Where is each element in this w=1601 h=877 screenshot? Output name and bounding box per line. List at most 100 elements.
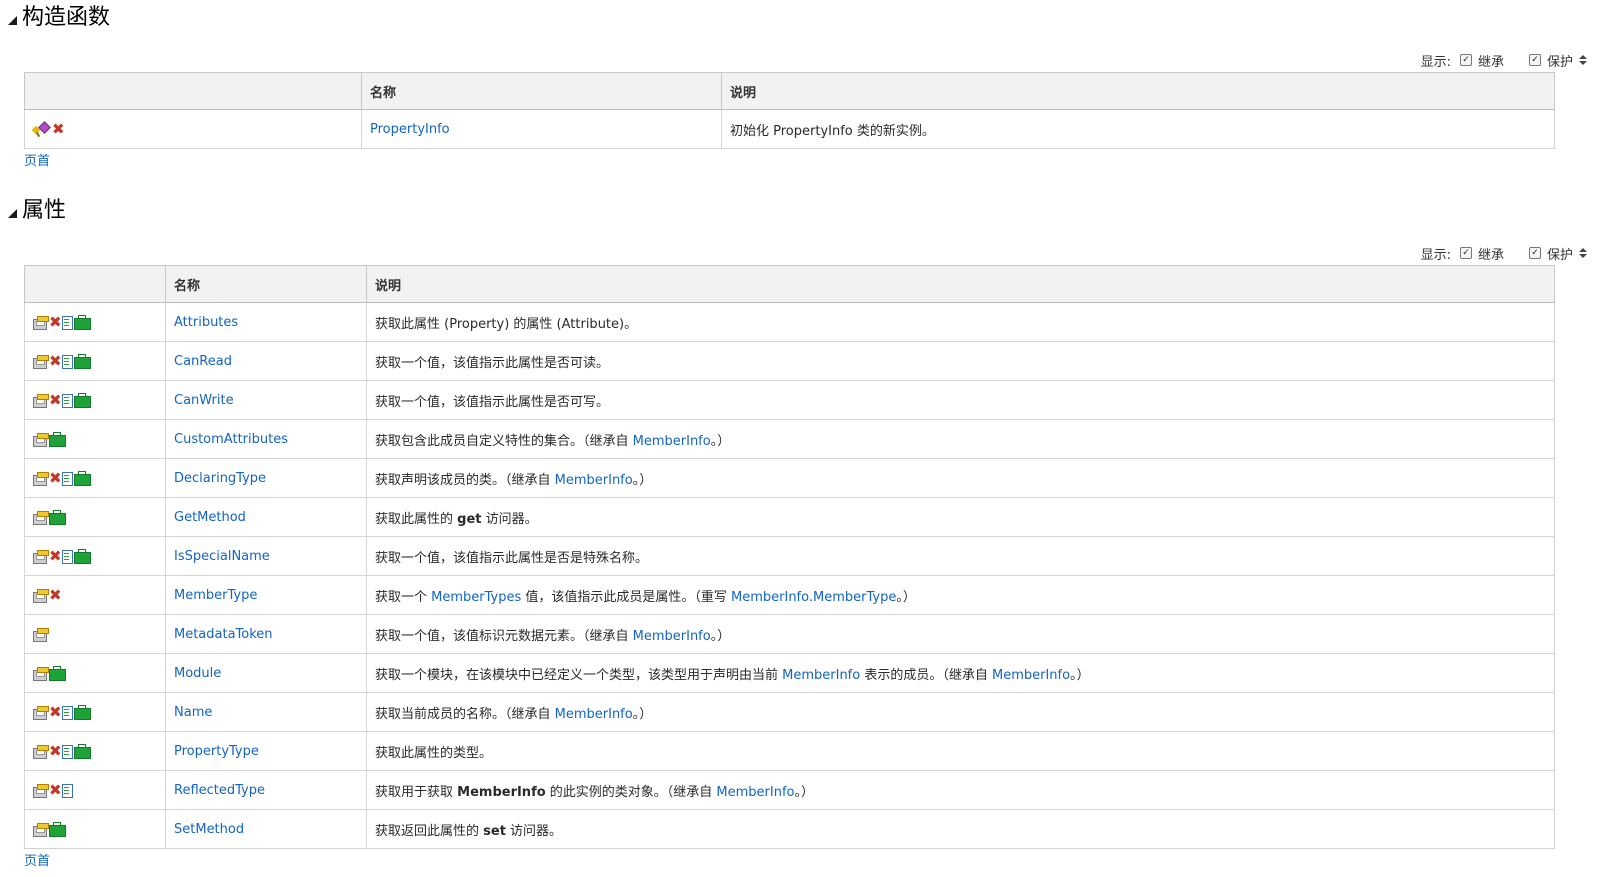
- xna-doc-icon: [61, 783, 73, 798]
- member-icons-cell: [24, 614, 166, 654]
- description-text: 。）: [632, 472, 653, 488]
- description-text: 访问器。: [481, 511, 538, 527]
- inherited-checkbox[interactable]: ✓: [1459, 247, 1472, 259]
- portable-bag-icon: [49, 432, 66, 447]
- property-icon: [33, 354, 49, 369]
- portable-bag-icon: [74, 549, 91, 564]
- member-name-cell: CanRead: [165, 341, 367, 381]
- member-name-link[interactable]: DeclaringType: [174, 471, 266, 486]
- table-row: SetMethod 获取返回此属性的 set 访问器。: [24, 809, 1555, 849]
- member-name-cell: CustomAttributes: [165, 419, 367, 459]
- back-to-top-link[interactable]: 页首: [24, 850, 50, 869]
- description-text: 。）: [710, 628, 731, 644]
- member-name-link[interactable]: IsSpecialName: [174, 549, 270, 564]
- member-name-link[interactable]: GetMethod: [174, 510, 246, 525]
- member-icons-cell: ✖: [24, 341, 166, 381]
- table-row: ✖ Attributes 获取此属性 (Property) 的属性 (Attribu…: [24, 302, 1555, 342]
- member-name-link[interactable]: ReflectedType: [174, 783, 265, 798]
- member-description-cell: 获取一个 MemberTypes 值，该值指示此成员是属性。（重写 Member…: [366, 575, 1555, 615]
- table-row: ✖ CanWrite 获取一个值，该值指示此属性是否可写。: [24, 380, 1555, 420]
- member-icons-cell: [24, 497, 166, 537]
- member-name-link[interactable]: MetadataToken: [174, 627, 273, 642]
- property-icon: [33, 315, 49, 330]
- member-name-link[interactable]: PropertyType: [174, 744, 259, 759]
- member-name-link[interactable]: Name: [174, 705, 212, 720]
- property-icon: [33, 393, 49, 408]
- description-link[interactable]: MemberInfo: [555, 473, 633, 488]
- member-name-cell: Module: [165, 653, 367, 693]
- description-link[interactable]: MemberInfo: [633, 629, 711, 644]
- member-name-link[interactable]: CanRead: [174, 354, 232, 369]
- property-icon: [33, 471, 49, 486]
- sort-spinner-icon[interactable]: [1579, 248, 1587, 258]
- sort-spinner-icon[interactable]: [1579, 55, 1587, 65]
- property-icon: [33, 627, 49, 642]
- member-name-cell: DeclaringType: [165, 458, 367, 498]
- member-description-cell: 获取一个值，该值指示此属性是否可读。: [366, 341, 1555, 381]
- portable-bag-icon: [74, 744, 91, 759]
- member-name-link[interactable]: Attributes: [174, 315, 238, 330]
- property-icon: [33, 549, 49, 564]
- member-icons-cell: ✖: [24, 692, 166, 732]
- static-x-icon: ✖: [49, 313, 62, 331]
- description-text: 获取此属性的类型。: [375, 745, 493, 761]
- table-row: ✖ DeclaringType 获取声明该成员的类。（继承自 MemberInfo。…: [24, 458, 1555, 498]
- column-header-name: 名称: [165, 265, 367, 303]
- description-text: 获取此属性 (Property) 的属性 (Attribute)。: [375, 316, 638, 332]
- table-row: ✖ ReflectedType 获取用于获取 MemberInfo 的此实例的类对象…: [24, 770, 1555, 810]
- portable-bag-icon: [74, 705, 91, 720]
- property-icon: [33, 432, 49, 447]
- member-name-link[interactable]: MemberType: [174, 588, 257, 603]
- protected-checkbox[interactable]: ✓: [1528, 247, 1541, 259]
- member-name-link[interactable]: CanWrite: [174, 393, 234, 408]
- portable-bag-icon: [74, 393, 91, 408]
- protected-label: 保护: [1546, 54, 1573, 70]
- column-header-icons: [24, 265, 166, 303]
- display-options: 显示: ✓ 继承 ✓ 保护: [1421, 51, 1587, 70]
- member-description-cell: 获取当前成员的名称。（继承自 MemberInfo。）: [366, 692, 1555, 732]
- show-label: 显示:: [1420, 247, 1451, 263]
- constructors-table: 名称 说明 ✖ PropertyInfo 初始化 PropertyInfo 类的新实…: [24, 72, 1555, 149]
- section-properties-toggle[interactable]: 属性: [8, 198, 66, 224]
- section-title: 构造函数: [22, 5, 111, 30]
- description-text: 获取声明该成员的类。（继承自: [375, 472, 555, 488]
- description-text: 值，该值指示此成员是属性。（重写: [521, 589, 732, 605]
- property-icon: [33, 510, 49, 525]
- section-constructors-toggle[interactable]: 构造函数: [8, 5, 110, 31]
- description-text: 获取一个值，该值指示此属性是否可写。: [375, 394, 610, 410]
- member-name-link[interactable]: SetMethod: [174, 822, 244, 837]
- description-text: 获取一个值，该值指示此属性是否是特殊名称。: [375, 550, 649, 566]
- column-header-icons: [24, 72, 362, 110]
- portable-bag-icon: [74, 354, 91, 369]
- member-name-link[interactable]: Module: [174, 666, 221, 681]
- description-text: 获取当前成员的名称。（继承自: [375, 706, 555, 722]
- description-link[interactable]: MemberInfo: [782, 668, 860, 683]
- table-row: ✖ CanRead 获取一个值，该值指示此属性是否可读。: [24, 341, 1555, 381]
- back-to-top-link[interactable]: 页首: [24, 150, 50, 169]
- description-link[interactable]: MemberInfo: [992, 668, 1070, 683]
- member-name-cell: SetMethod: [165, 809, 367, 849]
- description-bold-text: MemberInfo: [457, 784, 546, 800]
- member-name-cell: ReflectedType: [165, 770, 367, 810]
- description-text: 获取返回此属性的: [375, 823, 484, 839]
- column-header-description: 说明: [721, 72, 1555, 110]
- static-x-icon: ✖: [52, 120, 65, 138]
- description-link[interactable]: MemberInfo: [716, 785, 794, 800]
- member-icons-cell: ✖: [24, 380, 166, 420]
- static-x-icon: ✖: [49, 547, 62, 565]
- member-description-cell: 获取一个值，该值指示此属性是否可写。: [366, 380, 1555, 420]
- description-link[interactable]: MemberInfo.MemberType: [731, 590, 896, 605]
- display-options: 显示: ✓ 继承 ✓ 保护: [1420, 244, 1587, 263]
- description-text: 获取一个: [375, 589, 432, 605]
- member-name-link[interactable]: PropertyInfo: [370, 122, 450, 137]
- description-text: 获取一个值，该值指示此属性是否可读。: [375, 355, 610, 371]
- xna-doc-icon: [61, 705, 73, 720]
- inherited-checkbox[interactable]: ✓: [1459, 54, 1472, 66]
- description-link[interactable]: MemberInfo: [555, 707, 633, 722]
- member-description-cell: 初始化 PropertyInfo 类的新实例。: [721, 109, 1555, 149]
- member-name-link[interactable]: CustomAttributes: [174, 432, 288, 447]
- description-link[interactable]: MemberInfo: [633, 434, 711, 449]
- description-link[interactable]: MemberTypes: [431, 590, 521, 605]
- member-icons-cell: ✖: [24, 458, 166, 498]
- protected-checkbox[interactable]: ✓: [1528, 54, 1541, 66]
